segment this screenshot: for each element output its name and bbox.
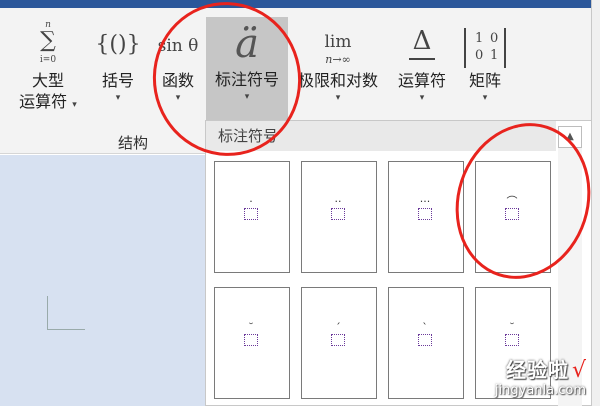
- double-dot-accent-icon: ··: [331, 196, 345, 220]
- matrix-icon: 1 0 0 1: [458, 18, 512, 70]
- dot-accent-icon: ·: [244, 196, 258, 220]
- accent-tile-double-dot[interactable]: ··: [301, 161, 377, 273]
- document-area[interactable]: [0, 155, 207, 406]
- matrix-label: 矩阵: [468, 71, 501, 90]
- breve-accent-icon: ˘: [244, 322, 258, 346]
- grave-accent-icon: ˋ: [418, 322, 432, 346]
- accent-tile-dot[interactable]: ·: [214, 161, 290, 273]
- watermark-text: 经验啦: [505, 358, 569, 382]
- large-operator-label-line2: 运算符: [19, 92, 68, 111]
- breve-accent-icon: ˘: [505, 322, 519, 346]
- accent-tile-breve[interactable]: ˘: [214, 287, 290, 399]
- title-bar: [0, 0, 600, 8]
- matrix-button[interactable]: 1 0 0 1 矩阵 ▾: [458, 18, 512, 130]
- delta-operator-icon: Δ: [388, 18, 456, 70]
- check-icon: √: [571, 358, 586, 383]
- operator-button[interactable]: Δ 运算符 ▾: [388, 18, 456, 130]
- chevron-down-icon: ▾: [482, 93, 488, 103]
- large-operator-label-line1: 大型: [31, 71, 64, 90]
- summation-icon: n ∑ i=0: [39, 20, 57, 65]
- bracket-icon: {()}: [95, 32, 141, 57]
- acute-accent-icon: ˊ: [331, 322, 345, 346]
- limit-log-button[interactable]: lim n→∞ 极限和对数 ▾: [292, 18, 384, 130]
- accent-tile-acute[interactable]: ˊ: [301, 287, 377, 399]
- chevron-down-icon: ▾: [335, 93, 341, 103]
- bracket-button[interactable]: {()} 括号 ▾: [90, 18, 146, 130]
- structure-group-label: 结构: [118, 134, 149, 152]
- limit-icon: lim n→∞: [324, 32, 352, 66]
- chevron-down-icon: ▾: [419, 93, 425, 103]
- watermark: 经验啦 √ jingyanla.com: [495, 354, 586, 398]
- accent-tile-triple-dot[interactable]: ···: [388, 161, 464, 273]
- chevron-down-icon: ▾: [72, 100, 77, 110]
- watermark-url: jingyanla.com: [494, 383, 586, 398]
- operator-label: 运算符: [397, 71, 446, 90]
- window-frame: [591, 0, 600, 406]
- accent-tile-grave[interactable]: ˋ: [388, 287, 464, 399]
- chevron-down-icon: ▾: [115, 93, 121, 103]
- bracket-label: 括号: [101, 71, 134, 90]
- page-corner-mark: [47, 296, 85, 330]
- triple-dot-accent-icon: ···: [418, 196, 432, 220]
- large-operator-button[interactable]: n ∑ i=0 大型 运算符 ▾: [10, 18, 86, 130]
- limit-log-label: 极限和对数: [297, 71, 378, 90]
